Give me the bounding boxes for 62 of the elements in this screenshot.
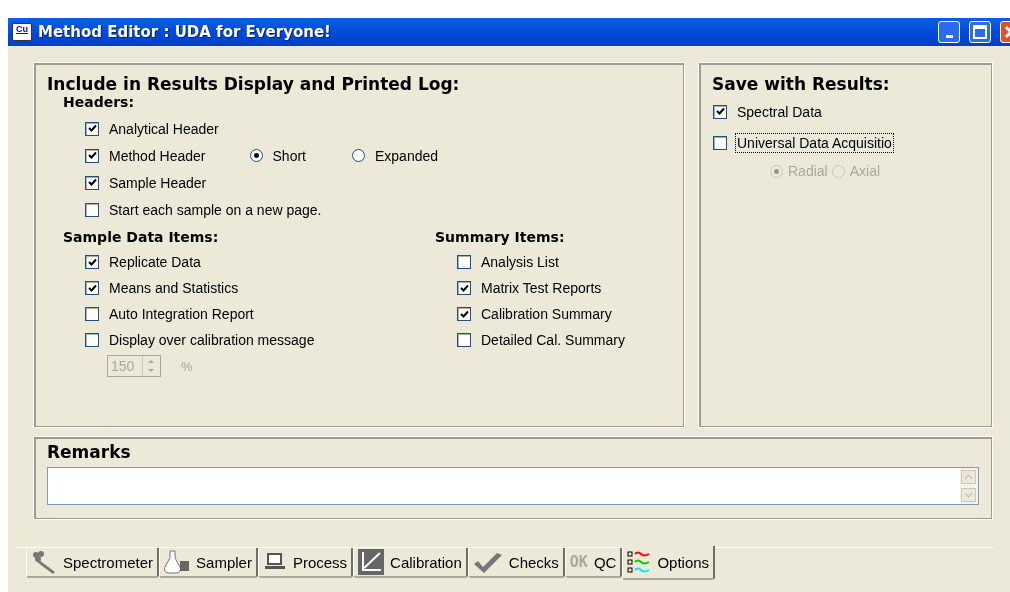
minimize-icon [945, 34, 953, 38]
tool-icon [31, 550, 57, 574]
checkbox-label: Calibration Summary [481, 306, 612, 322]
window-title: Method Editor : UDA for Everyone! [38, 23, 332, 41]
section-title: Headers: [63, 94, 135, 110]
checkbox-label: Sample Header [109, 174, 207, 191]
app-icon: Cu [12, 23, 32, 41]
checkbox[interactable] [85, 202, 99, 217]
checkbox[interactable] [85, 307, 99, 321]
group-title: Remarks [47, 442, 132, 462]
radio-label: Expanded [375, 147, 439, 164]
computer-icon [262, 552, 287, 572]
checkbox[interactable] [457, 255, 471, 269]
tab[interactable]: Checks [467, 548, 565, 578]
minimize-button[interactable] [938, 21, 960, 43]
checkbox-label: Matrix Test Reports [481, 280, 602, 296]
checkbox[interactable] [85, 148, 99, 163]
maximize-button[interactable] [969, 21, 991, 43]
tab[interactable]: Process [257, 548, 354, 578]
checkbox-label: Start each sample on a new page. [109, 201, 322, 218]
checkbox-label: Analytical Header [109, 120, 219, 137]
tab[interactable]: Options [622, 546, 716, 580]
group-title: Save with Results: [712, 74, 891, 94]
tab[interactable]: OK QC [564, 548, 623, 578]
checkbox[interactable] [85, 333, 99, 347]
check-mark-icon [472, 550, 503, 574]
radio-label: Radial [788, 163, 828, 179]
section-title: Sample Data Items: [63, 229, 220, 245]
tab[interactable]: Calibration [353, 548, 468, 578]
tab[interactable]: Sampler [159, 548, 258, 578]
section-title: Summary Items: [435, 229, 566, 245]
checkbox-label: Universal Data Acquisitio [737, 134, 892, 151]
remarks-field[interactable] [47, 467, 979, 505]
checkbox-label: Detailed Cal. Summary [481, 332, 625, 348]
checkbox-label: Analysis List [481, 254, 559, 270]
flask-icon [164, 550, 191, 574]
checkbox[interactable] [85, 175, 99, 190]
maximize-icon [973, 25, 987, 39]
ok-icon: OK [569, 553, 588, 571]
radio-button[interactable] [352, 149, 365, 162]
checkbox[interactable] [457, 333, 471, 347]
checkbox-label: Replicate Data [109, 254, 201, 270]
radio-label: Short [272, 147, 306, 164]
checkbox[interactable] [85, 121, 99, 136]
tab[interactable]: Spectrometer [26, 548, 160, 578]
options-icon [627, 550, 652, 574]
checkbox[interactable] [85, 281, 99, 295]
checkbox-label: Method Header [109, 147, 206, 164]
group-title: Include in Results Display and Printed Log: [47, 74, 461, 94]
checkbox-label: Display over calibration message [109, 332, 315, 348]
checkbox[interactable] [713, 104, 727, 119]
checkbox[interactable] [85, 255, 99, 269]
radio-button[interactable] [249, 149, 263, 162]
checkbox-label: Means and Statistics [109, 280, 239, 296]
checkbox[interactable] [457, 307, 471, 321]
radio-label: Axial [849, 163, 881, 179]
checkbox[interactable] [713, 135, 727, 150]
scroll-bar[interactable] [960, 468, 978, 504]
checkbox-label: Auto Integration Report [109, 306, 254, 322]
checkbox[interactable] [457, 281, 471, 295]
unit-label: % [181, 358, 193, 374]
checkbox-label: Spectral Data [737, 103, 822, 120]
